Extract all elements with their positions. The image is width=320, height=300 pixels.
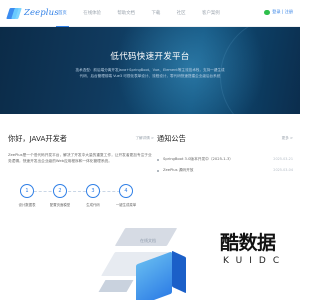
- illustration-block: [172, 250, 186, 294]
- hero-banner: 低代码快速开发平台 技术选型：前后端分离开发Java+SpringBoot、Vu…: [0, 27, 300, 114]
- notice-list: SpringBoot 3.0版本开发中（2025-1-3） 2025-03-21…: [157, 154, 293, 176]
- wechat-icon: [264, 9, 271, 15]
- notice-more-link[interactable]: 更多 >: [282, 136, 293, 141]
- step-2: 2 配置页面模型: [45, 184, 75, 207]
- nav-item-download[interactable]: 下载: [151, 0, 160, 27]
- illustration-label: 在线文档: [140, 238, 156, 243]
- logo-text: Zeeplus: [24, 8, 59, 18]
- nav-item-home[interactable]: 首页: [56, 0, 69, 27]
- intro-text: ZeePlus是一个低代码开发平台，解决了开发中大量的重复工作，让开发者更加专注…: [8, 153, 152, 163]
- nav-item-demo[interactable]: 在线体验: [83, 0, 101, 27]
- step-number: 4: [119, 184, 133, 198]
- notice-item[interactable]: ZeePlus 源码开放 2025-03-04: [157, 165, 293, 176]
- main-nav: 首页 在线体验 帮助文档 下载 社区 客户案例: [56, 0, 236, 27]
- notice-item[interactable]: SpringBoot 3.0版本开发中（2025-1-3） 2025-03-21: [157, 154, 293, 165]
- login-link[interactable]: 登录 | 注册: [264, 9, 293, 15]
- isometric-illustration: 在线文档: [90, 208, 210, 300]
- hero-desc-line: 代码，后台管理前端 Vue3 可视化表单设计、流程设计，零代码快速搭建企业级后台…: [79, 74, 221, 78]
- notice-item-date: 2025-03-04: [273, 168, 293, 172]
- notice-title: 通知公告: [157, 134, 186, 143]
- step-3: 3 生成代码: [78, 184, 108, 207]
- step-number: 1: [20, 184, 34, 198]
- developer-intro-panel: 你好，JAVA开发者 了解详情 > ZeePlus是一个低代码开发平台，解决了开…: [8, 134, 154, 207]
- step-number: 2: [53, 184, 67, 198]
- intro-more-link[interactable]: 了解详情 >: [135, 136, 154, 141]
- watermark-sub: KUIDC: [223, 256, 287, 266]
- nav-item-docs[interactable]: 帮助文档: [117, 0, 135, 27]
- step-label: 生成代码: [86, 203, 100, 207]
- step-4: 4 一键生成菜单: [111, 184, 141, 207]
- nav-item-cases[interactable]: 客户案例: [202, 0, 220, 27]
- login-label: 登录 | 注册: [272, 9, 293, 14]
- intro-title: 你好，JAVA开发者: [8, 134, 67, 143]
- logo[interactable]: Zeeplus: [6, 6, 59, 20]
- watermark: 酷数据 KUIDC: [220, 228, 300, 288]
- step-number: 3: [86, 184, 100, 198]
- logo-icon: [6, 7, 22, 20]
- hero-description: 技术选型：前后端分离开发Java+SpringBoot、Vue、Element等…: [30, 67, 270, 79]
- notice-item-title: ZeePlus 源码开放: [163, 168, 194, 172]
- step-label: 一键生成菜单: [115, 203, 137, 207]
- step-1: 1 设计数据表: [12, 184, 42, 207]
- notice-panel: 通知公告 更多 > SpringBoot 3.0版本开发中（2025-1-3） …: [157, 134, 293, 176]
- hero-title: 低代码快速开发平台: [110, 52, 190, 62]
- top-header: Zeeplus 首页 在线体验 帮助文档 下载 社区 客户案例 登录 | 注册: [0, 0, 300, 27]
- notice-item-title: SpringBoot 3.0版本开发中（2025-1-3）: [163, 157, 233, 161]
- nav-item-community[interactable]: 社区: [177, 0, 186, 27]
- step-label: 设计数据表: [18, 203, 36, 207]
- notice-item-date: 2025-03-21: [273, 157, 293, 161]
- step-label: 配置页面模型: [49, 203, 71, 207]
- watermark-main: 酷数据: [220, 232, 276, 254]
- illustration-panel: [98, 280, 134, 292]
